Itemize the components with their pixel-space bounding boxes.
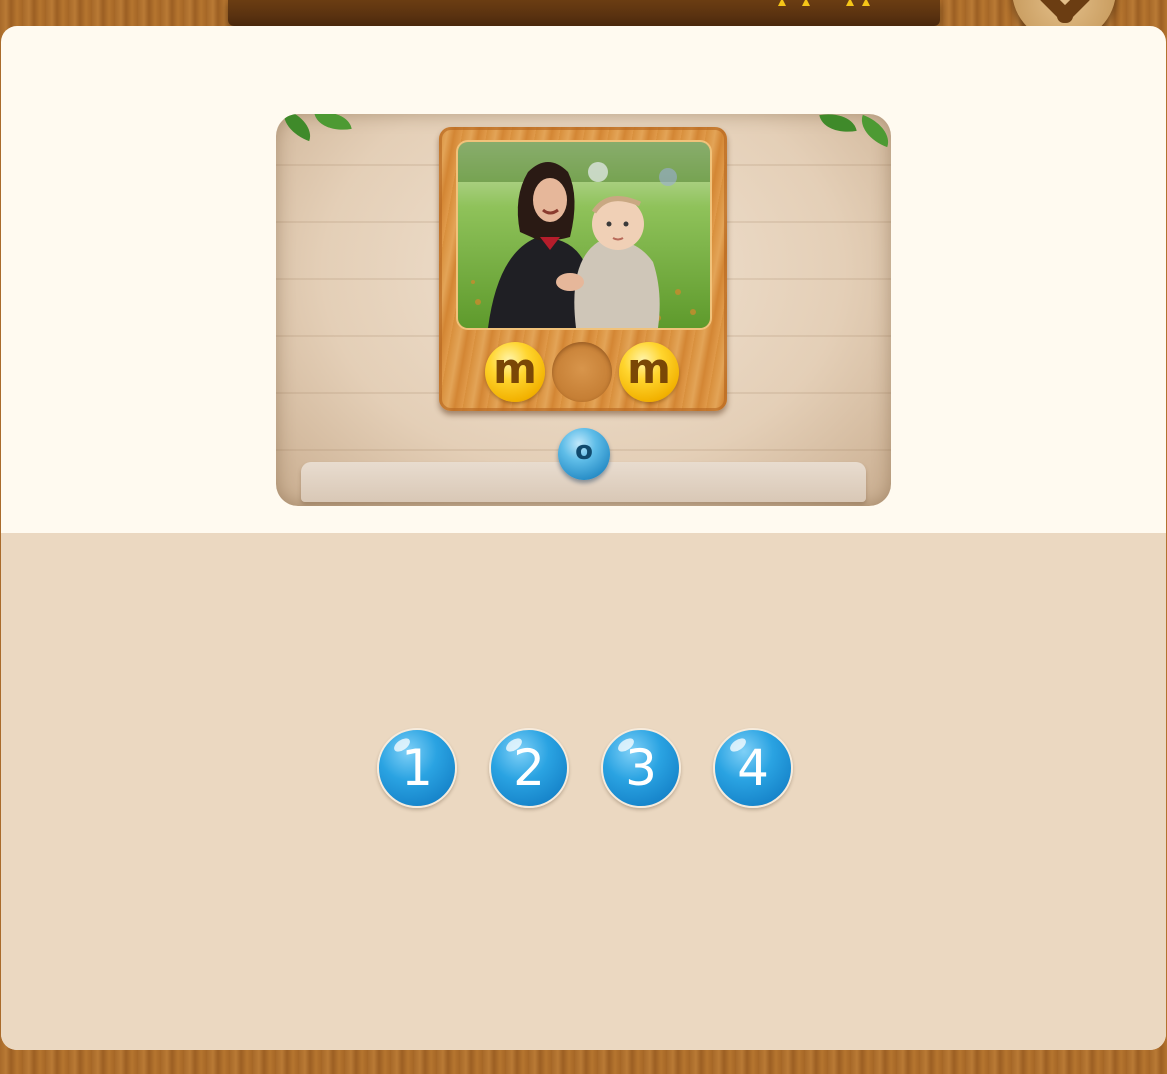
star-icon (778, 0, 870, 6)
letter-slot-filled: m (485, 342, 545, 402)
picture-frame: m m (439, 127, 727, 411)
puzzle-scene: m m o (276, 114, 891, 506)
letter-slot-empty[interactable] (552, 342, 612, 402)
leaf-decoration (855, 114, 891, 148)
letter-slot-filled: m (619, 342, 679, 402)
leaf-decoration (819, 114, 857, 137)
number-button-3[interactable]: 3 (601, 728, 681, 808)
leaf-decoration (277, 114, 317, 142)
number-options: 1 2 3 4 (377, 728, 797, 808)
number-button-2[interactable]: 2 (489, 728, 569, 808)
leaf-decoration (314, 114, 352, 135)
number-button-1[interactable]: 1 (377, 728, 457, 808)
draggable-letter-ball[interactable]: o (558, 428, 610, 480)
top-banner (228, 0, 940, 26)
mother-and-baby-photo (458, 142, 710, 328)
number-button-4[interactable]: 4 (713, 728, 793, 808)
game-panel: m m o 1 2 3 4 (1, 26, 1166, 1050)
word-slots: m m (485, 342, 681, 404)
